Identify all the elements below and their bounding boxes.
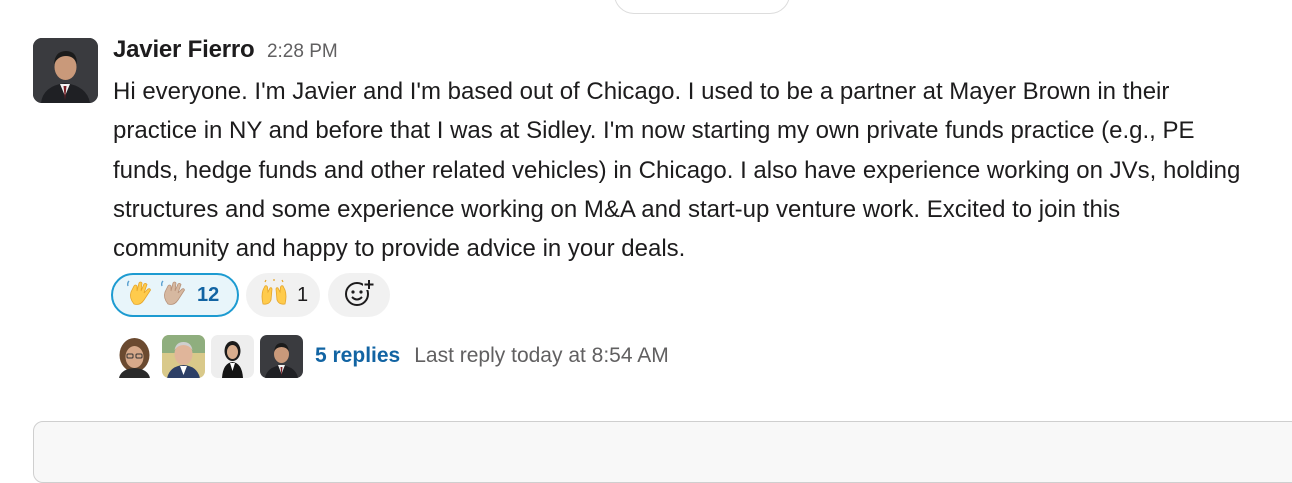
participant-avatar[interactable] (162, 334, 205, 378)
message-line: funds, hedge funds and other related veh… (113, 156, 1241, 184)
waving-hand-light-skin-icon (159, 278, 189, 313)
message-body: Hi everyone. I'm Javier and I'm based ou… (113, 72, 1292, 268)
message-header: Javier Fierro 2:28 PM (113, 36, 338, 64)
message-timestamp[interactable]: 2:28 PM (267, 41, 338, 62)
message-composer[interactable] (33, 421, 1292, 483)
message-line: practice in NY and before that I was at … (113, 117, 1195, 145)
reaction-wave[interactable]: 12 (111, 273, 239, 317)
message-line: structures and some experience working o… (113, 195, 1121, 223)
waving-hand-icon (125, 278, 155, 313)
thread-replies[interactable]: 5 replies Last reply today at 8:54 AM (113, 334, 669, 378)
message-line: community and happy to provide advice in… (113, 235, 686, 263)
reaction-raising-hands[interactable]: 1 (246, 273, 320, 317)
new-messages-pill[interactable] (614, 0, 790, 14)
replies-link[interactable]: 5 replies (315, 344, 400, 368)
add-reaction-button[interactable] (328, 273, 390, 317)
add-emoji-icon (343, 277, 375, 314)
reaction-count: 12 (197, 283, 220, 306)
author-name[interactable]: Javier Fierro (113, 36, 255, 63)
participant-avatar[interactable] (113, 334, 156, 378)
author-avatar[interactable] (33, 38, 98, 103)
message-line: Hi everyone. I'm Javier and I'm based ou… (113, 78, 1170, 105)
participant-avatar[interactable] (211, 334, 254, 378)
reaction-count: 1 (297, 283, 309, 306)
participant-avatar[interactable] (260, 334, 303, 378)
raising-hands-icon (259, 278, 289, 313)
last-reply-time: Last reply today at 8:54 AM (414, 344, 669, 367)
